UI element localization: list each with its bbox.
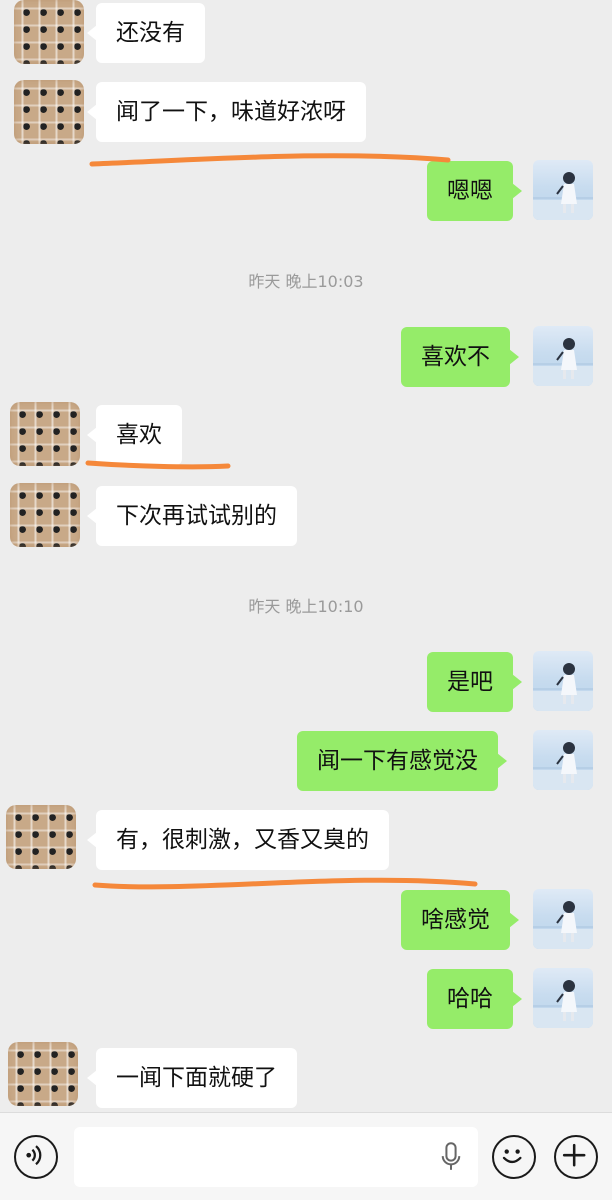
message-bubble-received[interactable]: 下次再试试别的 [87,486,297,546]
message-bubble-received[interactable]: 一闻下面就硬了 [87,1048,297,1108]
emoji-icon [502,1149,522,1164]
voice-toggle-button[interactable] [14,1135,58,1179]
avatar-figure-icon [533,901,593,949]
message-bubble-sent[interactable]: 闻一下有感觉没 [297,731,507,791]
contact-avatar[interactable] [10,483,80,547]
my-avatar[interactable] [533,160,593,220]
message-input-bar [0,1112,612,1200]
message-timestamp: 昨天 晚上10:10 [248,597,364,616]
my-avatar[interactable] [533,889,593,949]
message-bubble-sent[interactable]: 啥感觉 [401,890,519,950]
more-options-button[interactable] [554,1135,598,1179]
message-bubble-sent[interactable]: 喜欢不 [401,327,519,387]
avatar-figure-icon [533,338,593,386]
avatar-figure-icon [533,663,593,711]
chat-message-list[interactable]: 还没有 闻了一下，味道好浓呀 嗯嗯 昨天 晚上10:03 喜欢不 喜欢 下次再试… [0,0,612,1112]
microphone-icon[interactable] [440,1141,462,1173]
avatar-figure-icon [533,980,593,1028]
my-avatar[interactable] [533,968,593,1028]
message-bubble-received[interactable]: 有，很刺激，又香又臭的 [87,810,389,870]
voice-icon [26,1145,42,1166]
message-bubble-received[interactable]: 还没有 [87,3,205,63]
message-bubble-sent[interactable]: 嗯嗯 [427,161,522,221]
message-bubble-sent[interactable]: 是吧 [427,652,522,712]
message-bubble-sent[interactable]: 哈哈 [427,969,522,1029]
contact-avatar[interactable] [6,805,76,869]
message-timestamp: 昨天 晚上10:03 [248,272,364,291]
emoji-button[interactable] [492,1135,536,1179]
plus-icon [562,1143,586,1167]
message-bubble-received[interactable]: 闻了一下，味道好浓呀 [87,82,366,142]
message-text-input[interactable] [74,1127,478,1187]
my-avatar[interactable] [533,326,593,386]
contact-avatar[interactable] [10,402,80,466]
contact-avatar[interactable] [14,80,84,144]
contact-avatar[interactable] [14,0,84,64]
avatar-figure-icon [533,742,593,790]
my-avatar[interactable] [533,651,593,711]
message-bubble-received[interactable]: 喜欢 [87,405,182,465]
avatar-figure-icon [533,172,593,220]
contact-avatar[interactable] [8,1042,78,1106]
my-avatar[interactable] [533,730,593,790]
